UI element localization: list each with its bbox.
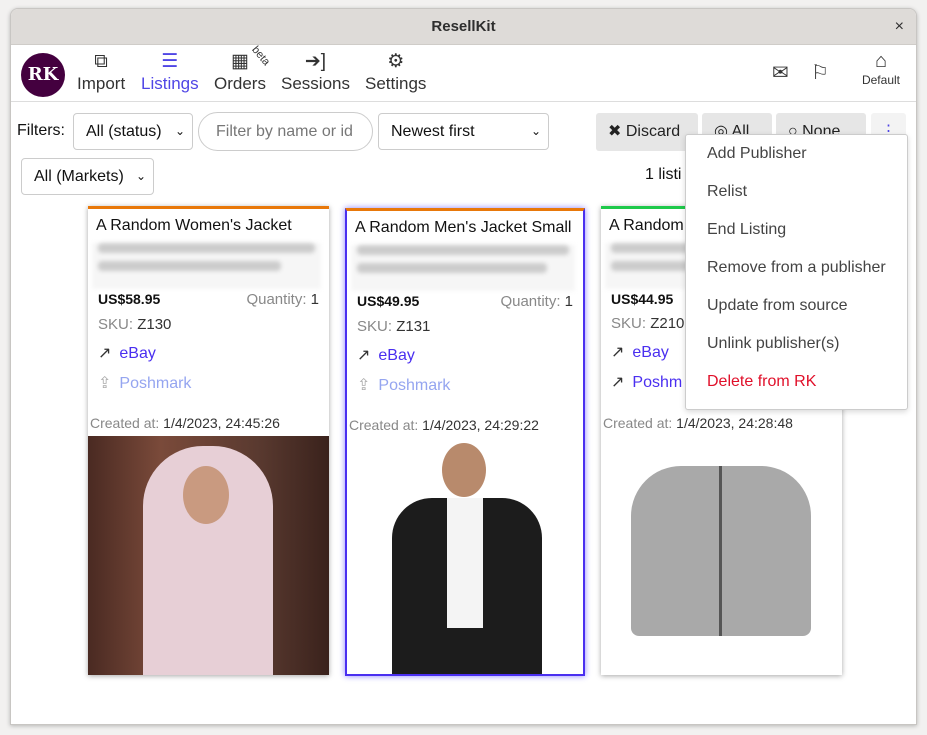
market-label: Poshmark	[119, 375, 192, 392]
product-image	[601, 436, 842, 675]
markets-value: All (Markets)	[34, 168, 124, 185]
nav-orders[interactable]: ▦ beta Orders	[214, 44, 272, 94]
nav-label: Import	[77, 74, 126, 93]
sku: SKU: Z130	[88, 308, 329, 333]
quantity-label: Quantity:	[500, 293, 561, 310]
card-title: A Random Men's Jacket Small	[355, 219, 572, 236]
store-icon: ⌂	[874, 50, 888, 72]
market-label: Poshm	[632, 374, 683, 391]
menu-item-unlink-publishers[interactable]: Unlink publisher(s)	[686, 325, 907, 363]
status-value: All (status)	[86, 123, 162, 140]
market-link-poshmark[interactable]: ⇪ Poshmark	[347, 365, 583, 395]
listing-card[interactable]: A Random Women's Jacket US$58.95 Quantity…	[88, 206, 329, 675]
sku-label: SKU:	[357, 318, 393, 335]
nav-label: Listings	[141, 74, 199, 93]
status-select[interactable]: All (status) ⌄	[73, 113, 193, 150]
filters-label: Filters:	[17, 122, 65, 139]
discard-label: Discard	[625, 123, 681, 140]
upload-icon: ⇪	[357, 377, 371, 394]
menu-item-delete[interactable]: Delete from RK	[686, 363, 907, 401]
store-selector[interactable]: ⌂ Default	[862, 50, 900, 87]
sku-value: Z210	[650, 315, 685, 332]
nav-label: Sessions	[281, 74, 350, 93]
menu-item-end-listing[interactable]: End Listing	[686, 211, 907, 249]
copy-icon: ⧉	[94, 51, 108, 72]
chevron-down-icon: ⌄	[174, 124, 185, 138]
mail-icon[interactable]: ✉	[772, 60, 789, 85]
nav-label: Settings	[365, 74, 427, 93]
product-image	[88, 436, 329, 675]
created-at: Created at: 1/4/2023, 24:29:22	[349, 417, 539, 433]
market-link-ebay[interactable]: ↗ eBay	[88, 333, 329, 363]
created-at: Created at: 1/4/2023, 24:28:48	[603, 415, 793, 431]
created-label: Created at:	[603, 415, 673, 431]
store-label: Default	[861, 73, 900, 87]
menu-item-add-publisher[interactable]: Add Publisher	[686, 135, 907, 173]
price: US$58.95	[98, 291, 161, 307]
chevron-down-icon: ⌄	[530, 124, 541, 138]
price: US$44.95	[611, 291, 674, 307]
nav-import[interactable]: ⧉ Import	[77, 50, 125, 94]
sign-in-icon: ➔]	[304, 51, 327, 72]
quantity: Quantity: 1	[500, 293, 573, 310]
sort-value: Newest first	[391, 123, 475, 140]
nav-settings[interactable]: ⚙ Settings	[365, 50, 426, 94]
card-title: A Random Women's Jacket	[96, 217, 292, 234]
logo: RK	[21, 53, 65, 97]
close-button[interactable]: ×	[895, 9, 904, 45]
quantity-label: Quantity:	[246, 291, 307, 308]
created-value: 1/4/2023, 24:28:48	[676, 415, 793, 431]
flag-icon[interactable]: ⚐	[811, 60, 829, 85]
x-icon: ✖	[608, 123, 622, 140]
sku-label: SKU:	[611, 315, 647, 332]
listing-card-selected[interactable]: A Random Men's Jacket Small US$49.95 Quan…	[345, 208, 585, 676]
quantity-value: 1	[310, 291, 319, 308]
market-link-ebay[interactable]: ↗ eBay	[347, 335, 583, 365]
app-window: ResellKit × RK ⧉ Import ☰ Listings ▦ beta Ord…	[10, 8, 917, 725]
market-link-poshmark[interactable]: ⇪ Poshmark	[88, 363, 329, 393]
menu-item-remove-from-publisher[interactable]: Remove from a publisher	[686, 249, 907, 287]
market-label: eBay	[119, 345, 156, 362]
menu-item-relist[interactable]: Relist	[686, 173, 907, 211]
price: US$49.95	[357, 293, 420, 309]
sort-select[interactable]: Newest first ⌄	[378, 113, 549, 150]
more-actions-menu: Add Publisher Relist End Listing Remove …	[685, 134, 908, 410]
card-description-blurred	[351, 245, 575, 291]
nav-sessions[interactable]: ➔] Sessions	[281, 50, 350, 94]
nav-label: Orders	[214, 74, 266, 93]
discard-button[interactable]: ✖ Discard	[596, 113, 698, 151]
external-link-icon: ↗	[98, 345, 112, 362]
created-value: 1/4/2023, 24:45:26	[163, 415, 280, 431]
menu-item-update-from-source[interactable]: Update from source	[686, 287, 907, 325]
created-label: Created at:	[349, 417, 419, 433]
external-link-icon: ↗	[611, 374, 625, 391]
external-link-icon: ↗	[357, 347, 371, 364]
title-bar: ResellKit ×	[11, 9, 916, 45]
window-title: ResellKit	[431, 18, 496, 35]
quantity: Quantity: 1	[246, 291, 319, 308]
gear-icon: ⚙	[387, 51, 405, 72]
sku-value: Z131	[396, 318, 431, 335]
sku: SKU: Z131	[347, 310, 583, 335]
markets-select[interactable]: All (Markets) ⌄	[21, 158, 154, 195]
sku-value: Z130	[137, 316, 172, 333]
product-image	[347, 438, 583, 674]
market-label: Poshmark	[378, 377, 451, 394]
upload-icon: ⇪	[98, 375, 112, 392]
chevron-down-icon: ⌄	[135, 169, 146, 183]
search-input[interactable]: Filter by name or id	[198, 112, 373, 151]
created-label: Created at:	[90, 415, 160, 431]
sku-label: SKU:	[98, 316, 134, 333]
listing-count: 1 listi	[645, 166, 682, 183]
quantity-value: 1	[564, 293, 573, 310]
market-label: eBay	[632, 344, 669, 361]
created-at: Created at: 1/4/2023, 24:45:26	[90, 415, 280, 431]
top-nav: RK ⧉ Import ☰ Listings ▦ beta Orders ➔] Sessi…	[11, 44, 916, 102]
created-value: 1/4/2023, 24:29:22	[422, 417, 539, 433]
card-description-blurred	[92, 243, 321, 289]
external-link-icon: ↗	[611, 344, 625, 361]
list-icon: ☰	[161, 51, 179, 72]
market-label: eBay	[378, 347, 415, 364]
nav-listings[interactable]: ☰ Listings	[141, 50, 199, 94]
